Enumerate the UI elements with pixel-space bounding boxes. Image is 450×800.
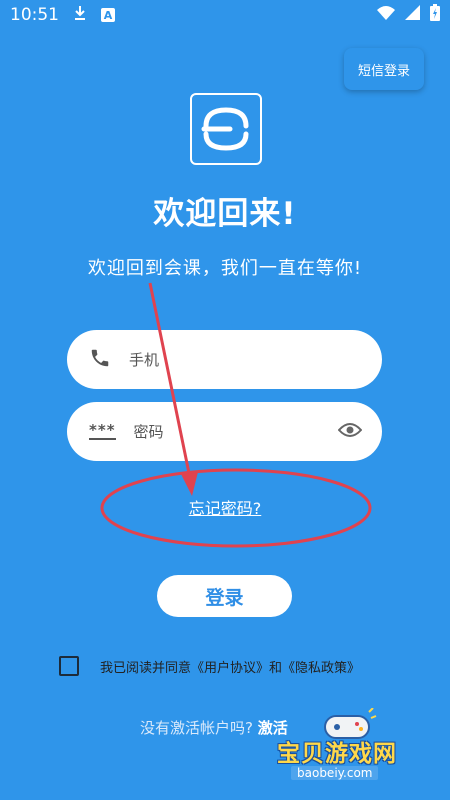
app-logo-mark (201, 107, 249, 151)
welcome-title: 欢迎回来! (153, 196, 297, 232)
signal-icon (405, 5, 420, 25)
watermark-name: 宝贝游戏网 (277, 741, 397, 767)
watermark-url: baobeiy.com (291, 766, 379, 780)
password-input[interactable] (131, 421, 338, 442)
sms-login-button[interactable]: 短信登录 (344, 48, 424, 90)
download-icon (73, 5, 87, 26)
user-agreement-link[interactable]: 《用户协议》 (191, 661, 269, 676)
forgot-password-link[interactable]: 忘记密码? (0, 495, 450, 519)
agreement-prefix: 我已阅读并同意 (100, 661, 192, 676)
phone-field[interactable] (67, 330, 382, 389)
welcome-subtitle: 欢迎回到会课，我们一直在等你! (87, 258, 363, 279)
activation-row: 没有激活帐户吗? 激活 (140, 717, 288, 738)
notification-a-letter: A (103, 8, 113, 22)
phone-icon (89, 347, 111, 373)
sms-login-label: 短信登录 (357, 63, 410, 79)
status-right (377, 4, 440, 26)
battery-charging-icon (430, 4, 440, 26)
activation-question: 没有激活帐户吗? (140, 719, 253, 737)
notification-a-icon: A (101, 8, 115, 22)
annotation-arrow-head (181, 472, 198, 496)
privacy-policy-link[interactable]: 《隐私政策》 (282, 661, 360, 676)
status-time: 10:51 (10, 5, 59, 25)
agreement-and: 和 (269, 661, 283, 676)
wifi-icon (377, 5, 395, 25)
app-logo (190, 93, 262, 165)
site-watermark: 宝贝游戏网 baobeiy.com (277, 708, 427, 783)
password-field[interactable]: *** (67, 402, 382, 461)
login-button[interactable]: 登录 (157, 575, 292, 617)
login-label: 登录 (205, 586, 244, 609)
status-left: 10:51 A (10, 5, 115, 26)
status-bar: 10:51 A (0, 0, 450, 30)
agreement-text: 我已阅读并同意《用户协议》和《隐私政策》 (100, 657, 360, 676)
eye-icon[interactable] (337, 422, 363, 442)
phone-input[interactable] (127, 349, 362, 370)
password-mask-icon: *** (89, 420, 116, 440)
agreement-checkbox[interactable] (59, 656, 79, 676)
